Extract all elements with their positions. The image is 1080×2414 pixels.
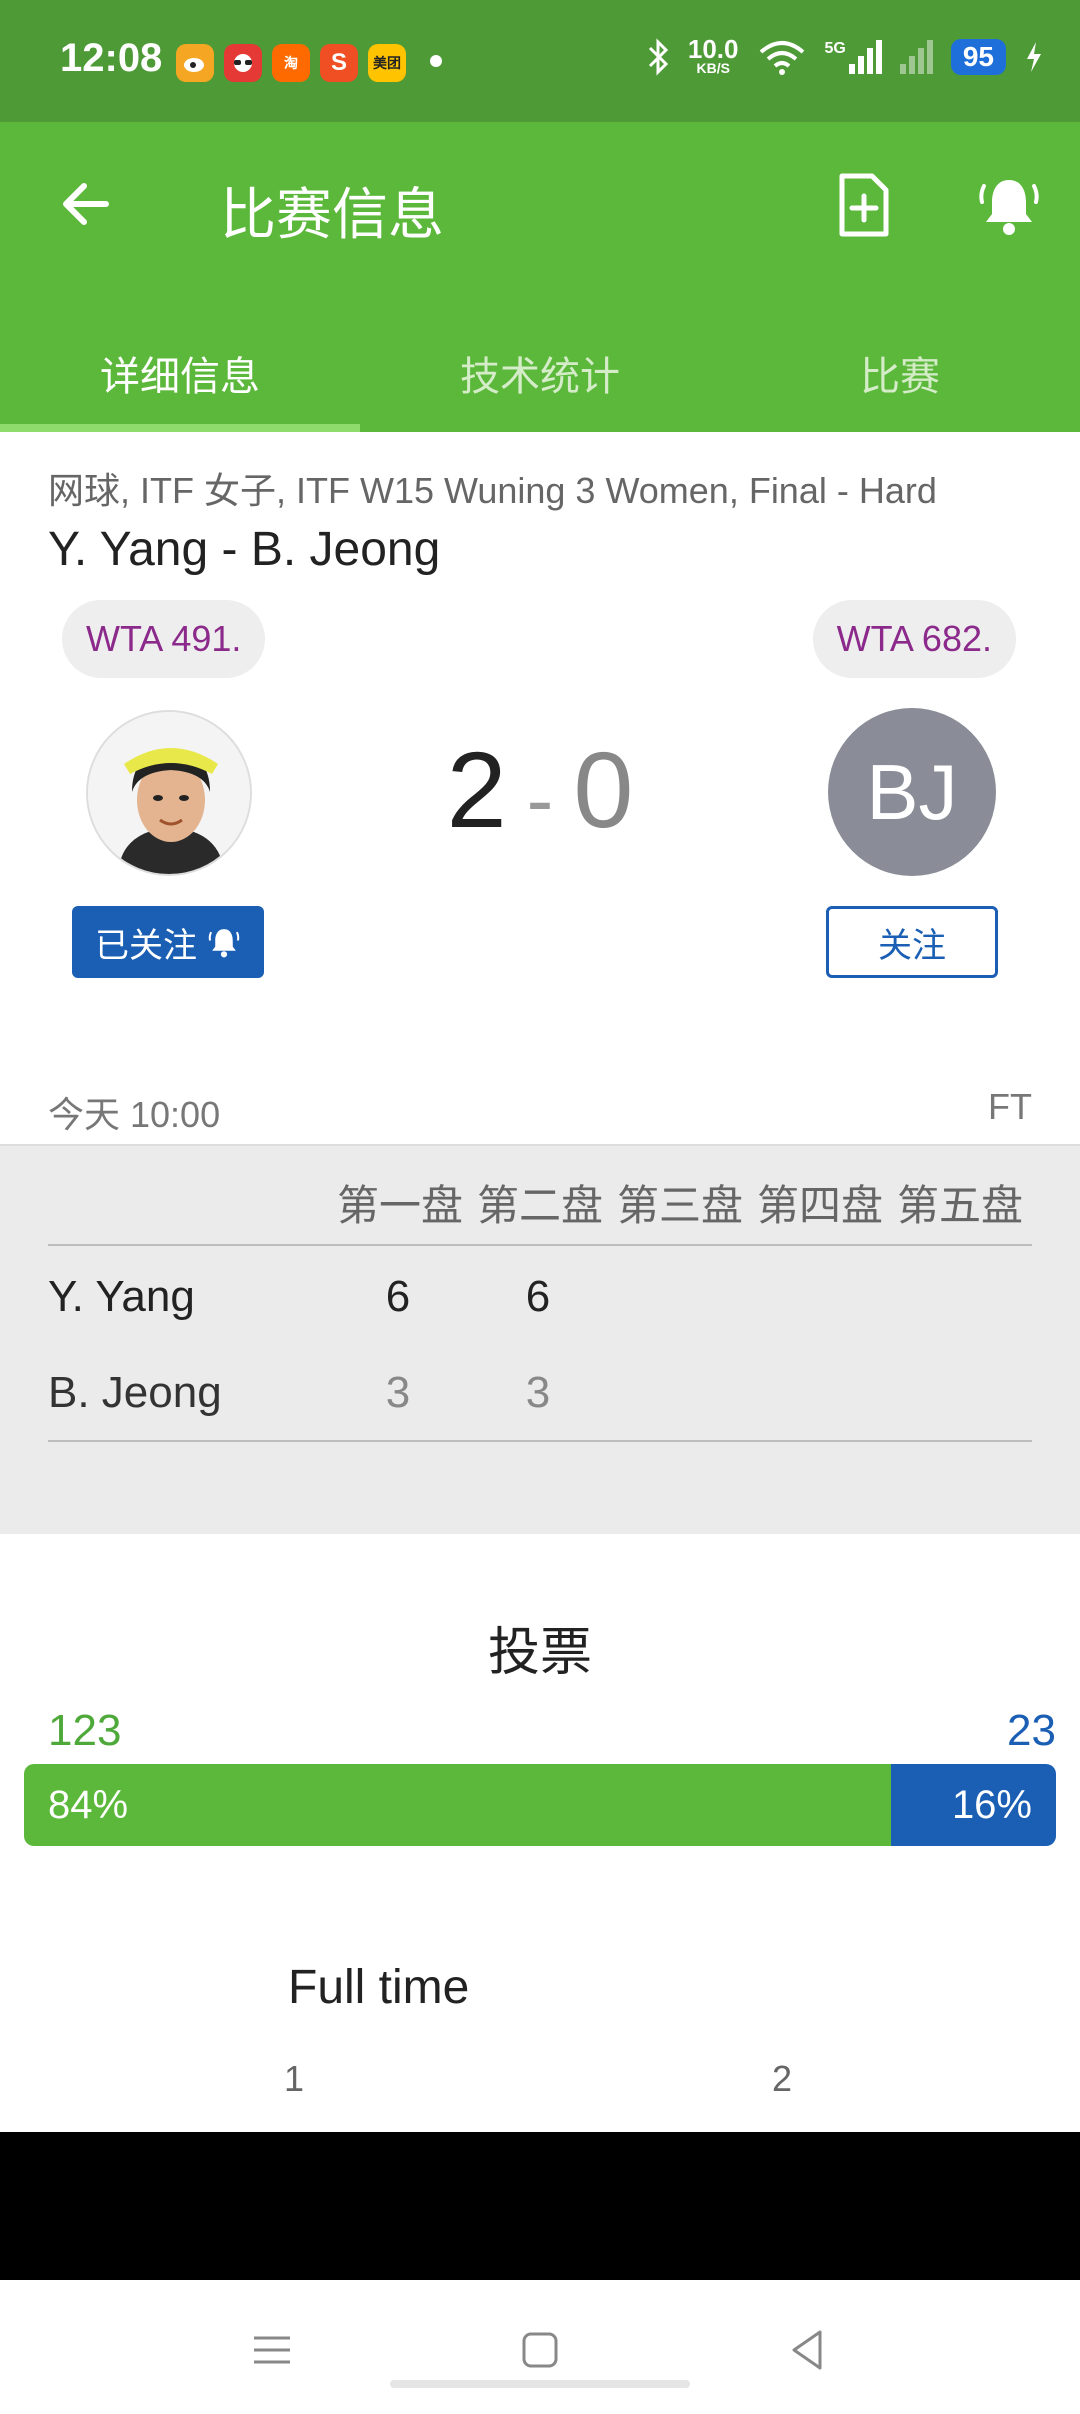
match-status: FT — [988, 1086, 1032, 1127]
away-player-avatar[interactable]: BJ — [828, 708, 996, 876]
square-icon — [522, 2332, 558, 2368]
set-header-4: 第四盘 — [756, 1182, 883, 1229]
away-score: 0 — [573, 729, 634, 850]
match-title: Y. Yang - B. Jeong — [48, 523, 441, 576]
taobao-icon: 淘 — [272, 44, 310, 82]
full-time-title: Full time — [288, 1961, 470, 2014]
set-header-5: 第五盘 — [896, 1182, 1023, 1229]
match-start-time: 今天 10:00 — [48, 1094, 221, 1135]
page-title: 比赛信息 — [220, 183, 444, 246]
player-name: B. Jeong — [48, 1368, 222, 1417]
charging-icon — [1027, 42, 1041, 72]
app-bar: 比赛信息 详细信息 技术统计 比赛 — [0, 122, 1080, 432]
signal-5g-icon: 5G — [825, 40, 882, 74]
set-score: 6 — [385, 1272, 411, 1321]
set-header-3: 第三盘 — [616, 1182, 743, 1229]
full-time-col-2: 2 — [772, 2058, 793, 2099]
home-indicator — [390, 2380, 690, 2388]
score-separator: - — [526, 755, 554, 844]
more-notifications-dot — [430, 55, 442, 67]
notification-icons: 淘 S 美团 — [176, 44, 406, 82]
file-add-icon — [839, 173, 889, 237]
full-time-col-1: 1 — [284, 2058, 305, 2099]
active-tab-indicator — [0, 424, 360, 432]
away-rank-badge: WTA 682. — [812, 600, 1016, 678]
set-scores-table: 第一盘 第二盘 第三盘 第四盘 第五盘 Y. Yang 6 6 B. Jeong… — [0, 1144, 1080, 1534]
tab-statistics[interactable]: 技术统计 — [360, 322, 720, 432]
home-following-button[interactable]: 已关注 — [72, 906, 264, 978]
home-rank-badge: WTA 491. — [62, 600, 266, 678]
tab-details[interactable]: 详细信息 — [0, 322, 360, 432]
back-button[interactable] — [56, 174, 116, 234]
tab-match[interactable]: 比赛 — [720, 322, 1080, 432]
table-row: Y. Yang 6 6 — [48, 1252, 1032, 1348]
sunglasses-app-icon — [224, 44, 262, 82]
home-score: 2 — [446, 729, 507, 850]
player-name: Y. Yang — [48, 1272, 195, 1321]
home-vote-count: 123 — [48, 1706, 122, 1755]
network-type: 5G — [824, 40, 846, 57]
set-score: 6 — [525, 1272, 551, 1321]
back-nav-button[interactable] — [778, 2320, 838, 2380]
tab-bar: 详细信息 技术统计 比赛 — [0, 322, 1080, 432]
status-time: 12:08 — [60, 36, 163, 80]
bell-icon — [208, 929, 240, 958]
ad-placeholder — [0, 2132, 1080, 2280]
menu-button[interactable] — [242, 2320, 302, 2380]
wifi-icon — [759, 41, 804, 75]
signal-sim2-icon — [899, 40, 933, 74]
vote-bar[interactable]: 84% 16% — [24, 1764, 1056, 1846]
vote-title: 投票 — [487, 1624, 592, 1682]
table-row: B. Jeong 3 3 — [48, 1348, 1032, 1444]
bell-ringing-icon — [979, 180, 1039, 235]
set-score: 3 — [385, 1368, 411, 1417]
set-header-2: 第二盘 — [476, 1182, 603, 1229]
set-header-1: 第一盘 — [336, 1182, 463, 1229]
match-score: 2-0 — [440, 730, 640, 860]
following-label: 已关注 — [95, 926, 197, 965]
match-meta-row: 今天 10:00 FT — [48, 1086, 1032, 1138]
table-divider — [48, 1244, 1032, 1246]
battery-indicator: 95 — [950, 39, 1006, 75]
status-bar: 12:08 淘 S 美团 10.0 KB/S 5G 95 — [0, 0, 1080, 122]
status-indicators: 10.0 KB/S 5G 95 — [646, 36, 1044, 76]
away-vote-segment[interactable]: 16% — [890, 1764, 1056, 1846]
meituan-icon: 美团 — [368, 44, 406, 82]
triangle-back-icon — [792, 2330, 822, 2370]
weibo-icon — [176, 44, 214, 82]
table-divider — [48, 1440, 1032, 1442]
sogou-icon: S — [320, 44, 358, 82]
arrow-left-icon — [63, 183, 109, 225]
away-vote-count: 23 — [1007, 1706, 1056, 1755]
set-score: 3 — [525, 1368, 551, 1417]
notifications-button[interactable] — [976, 172, 1042, 238]
add-note-button[interactable] — [836, 172, 892, 238]
menu-icon — [254, 2336, 290, 2364]
home-player-avatar[interactable] — [86, 710, 252, 876]
tournament-breadcrumb[interactable]: 网球, ITF 女子, ITF W15 Wuning 3 Women, Fina… — [48, 462, 937, 514]
away-follow-button[interactable]: 关注 — [826, 906, 998, 978]
system-nav-bar — [0, 2280, 1080, 2414]
home-vote-segment[interactable]: 84% — [24, 1764, 891, 1846]
set-headers: 第一盘 第二盘 第三盘 第四盘 第五盘 — [330, 1172, 1040, 1233]
home-button[interactable] — [510, 2320, 570, 2380]
bluetooth-icon — [648, 38, 669, 76]
net-speed: 10.0 KB/S — [688, 36, 739, 76]
